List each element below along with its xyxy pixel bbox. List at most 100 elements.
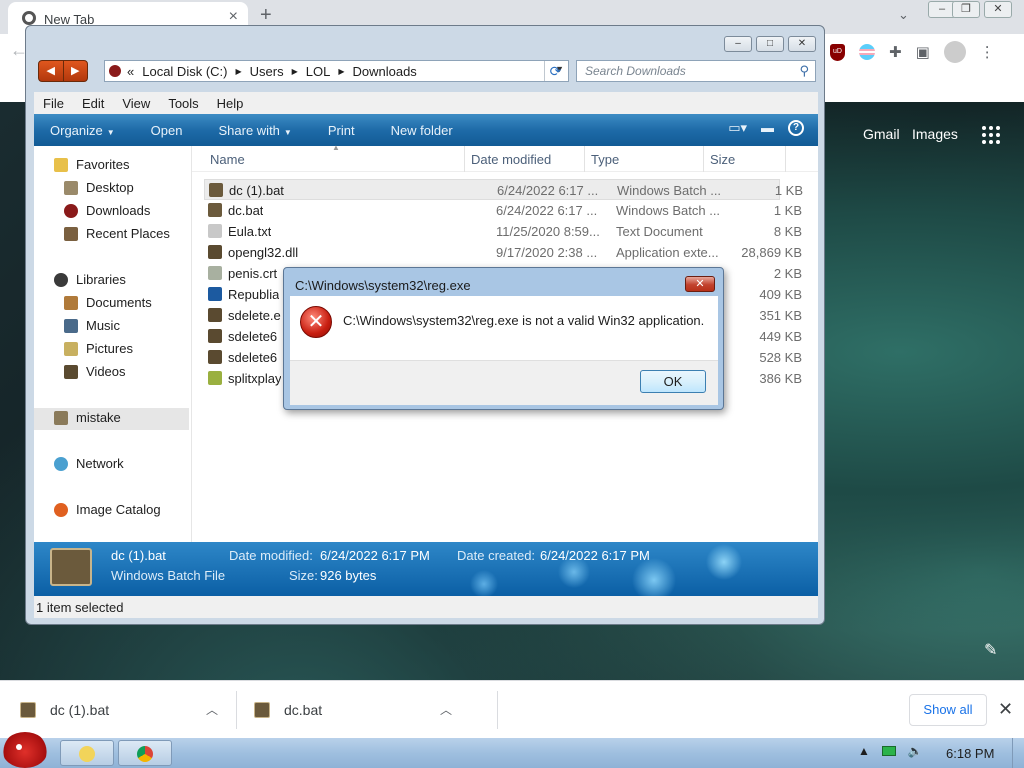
breadcrumb-prefix[interactable]: « (127, 64, 134, 79)
new-tab-button[interactable]: + (260, 4, 272, 27)
print-button[interactable]: Print (328, 123, 355, 138)
breadcrumb-separator-icon[interactable]: ▶ (292, 67, 298, 76)
file-size: 1 KB (774, 183, 803, 198)
column-header-name[interactable]: Name (210, 152, 245, 167)
show-all-button[interactable]: Show all (909, 694, 987, 726)
explorer-minimize-button[interactable]: – (724, 36, 752, 52)
tray-expand-icon[interactable]: ▲ (858, 744, 870, 758)
help-icon[interactable]: ? (788, 120, 804, 136)
menu-tools[interactable]: Tools (159, 96, 207, 111)
download-item[interactable]: dc (1).bat ︿ (20, 681, 230, 739)
refresh-icon[interactable]: ⟳ (544, 61, 566, 81)
start-button-angry-bird-icon[interactable] (2, 732, 48, 768)
nav-recent-places-label: Recent Places (86, 226, 170, 241)
column-divider[interactable] (464, 146, 465, 172)
breadcrumb-lol[interactable]: LOL (306, 64, 331, 79)
pictures-icon (64, 341, 78, 356)
taskbar-chrome-button[interactable] (118, 740, 172, 766)
chevron-up-icon[interactable]: ︿ (206, 701, 218, 718)
nav-desktop[interactable]: Desktop (64, 180, 134, 195)
chrome-close-button[interactable]: ✕ (984, 1, 1012, 18)
nav-mistake[interactable]: mistake (54, 410, 121, 425)
search-input[interactable]: Search Downloads ⚲ (576, 60, 816, 82)
share-with-button[interactable]: Share with ▼ (218, 123, 291, 138)
open-button[interactable]: Open (151, 123, 183, 138)
chrome-restore-button[interactable]: ❐ (952, 1, 980, 18)
google-apps-icon[interactable] (982, 126, 1000, 144)
file-size: 8 KB (773, 224, 802, 239)
column-header-date[interactable]: Date modified (471, 152, 551, 167)
flag-extension-icon[interactable] (859, 44, 875, 60)
explorer-maximize-button[interactable]: □ (756, 36, 784, 52)
download-item[interactable]: dc.bat ︿ (254, 681, 464, 739)
back-button[interactable]: ◀ (39, 61, 64, 81)
open-label: Open (150, 122, 183, 138)
column-divider[interactable] (785, 146, 786, 172)
folder-location-icon (109, 65, 121, 77)
forward-button[interactable]: ▶ (64, 61, 88, 81)
column-divider[interactable] (584, 146, 585, 172)
videos-icon (64, 364, 78, 379)
close-tab-icon[interactable]: × (229, 8, 238, 26)
file-row[interactable]: Eula.txt 11/25/2020 8:59... Text Documen… (204, 221, 802, 242)
nav-videos[interactable]: Videos (64, 364, 126, 379)
gmail-link[interactable]: Gmail (863, 126, 900, 142)
nav-pictures[interactable]: Pictures (64, 341, 133, 356)
file-date: 11/25/2020 8:59... (496, 224, 600, 239)
column-header-type[interactable]: Type (591, 152, 619, 167)
images-link[interactable]: Images (912, 126, 958, 142)
nav-music-label: Music (86, 318, 120, 333)
taskbar-explorer-button[interactable] (60, 740, 114, 766)
menu-help[interactable]: Help (208, 96, 253, 111)
explorer-close-button[interactable]: ✕ (788, 36, 816, 52)
search-icon[interactable]: ⚲ (799, 63, 809, 79)
side-panel-icon[interactable]: ▣ (916, 43, 930, 61)
organize-button[interactable]: Organize ▼ (50, 123, 115, 138)
show-desktop-button[interactable] (1012, 738, 1024, 768)
column-divider[interactable] (703, 146, 704, 172)
nav-pictures-label: Pictures (86, 341, 133, 356)
ok-button[interactable]: OK (640, 370, 706, 393)
breadcrumb-users[interactable]: Users (250, 64, 284, 79)
splitxplay-file-icon (208, 371, 222, 385)
nav-image-catalog[interactable]: Image Catalog (54, 502, 161, 517)
nav-music[interactable]: Music (64, 318, 120, 333)
chevron-up-icon[interactable]: ︿ (440, 701, 452, 718)
breadcrumb-local-disk[interactable]: Local Disk (C:) (142, 64, 227, 79)
nav-mistake-label: mistake (76, 410, 121, 425)
puzzle-extensions-icon[interactable]: ✚ (889, 43, 902, 61)
ublock-extension-icon[interactable]: uD (830, 43, 845, 61)
view-options-icon[interactable]: ▭▾ (728, 120, 747, 136)
breadcrumb-separator-icon[interactable]: ▶ (235, 67, 241, 76)
nav-documents[interactable]: Documents (64, 295, 152, 310)
nav-downloads[interactable]: Downloads (64, 203, 150, 218)
taskbar-clock[interactable]: 6:18 PM (946, 746, 994, 761)
file-row[interactable]: dc (1).bat 6/24/2022 6:17 ... Windows Ba… (204, 179, 803, 200)
battery-icon[interactable] (881, 746, 896, 756)
menu-view[interactable]: View (113, 96, 159, 111)
documents-icon (64, 295, 78, 310)
nav-libraries[interactable]: Libraries (54, 272, 126, 287)
file-row[interactable]: opengl32.dll 9/17/2020 2:38 ... Applicat… (204, 242, 802, 263)
menu-edit[interactable]: Edit (73, 96, 113, 111)
column-header-size[interactable]: Size (710, 152, 735, 167)
menu-file[interactable]: File (34, 96, 73, 111)
close-download-shelf-icon[interactable]: ✕ (998, 699, 1013, 720)
kebab-menu-icon[interactable]: ⋮ (980, 43, 995, 61)
preview-pane-icon[interactable]: ▬ (761, 120, 774, 136)
nav-network[interactable]: Network (54, 456, 124, 471)
new-folder-button[interactable]: New folder (391, 123, 453, 138)
file-date: 9/17/2020 2:38 ... (496, 245, 598, 260)
profile-avatar-icon[interactable] (943, 41, 966, 63)
tab-search-chevron-icon[interactable]: ⌄ (898, 7, 909, 23)
nav-recent-places[interactable]: Recent Places (64, 226, 170, 241)
breadcrumb-separator-icon[interactable]: ▶ (338, 67, 344, 76)
volume-icon[interactable]: 🔈 (908, 744, 923, 758)
dialog-close-button[interactable]: ✕ (685, 276, 715, 292)
address-bar[interactable]: « Local Disk (C:) ▶ Users ▶ LOL ▶ Downlo… (104, 60, 569, 82)
customize-pencil-icon[interactable]: ✎ (984, 640, 997, 660)
file-name: Republia (228, 287, 280, 302)
file-row[interactable]: dc.bat 6/24/2022 6:17 ... Windows Batch … (204, 200, 802, 221)
breadcrumb-downloads[interactable]: Downloads (352, 64, 416, 79)
nav-favorites[interactable]: Favorites (54, 157, 129, 172)
